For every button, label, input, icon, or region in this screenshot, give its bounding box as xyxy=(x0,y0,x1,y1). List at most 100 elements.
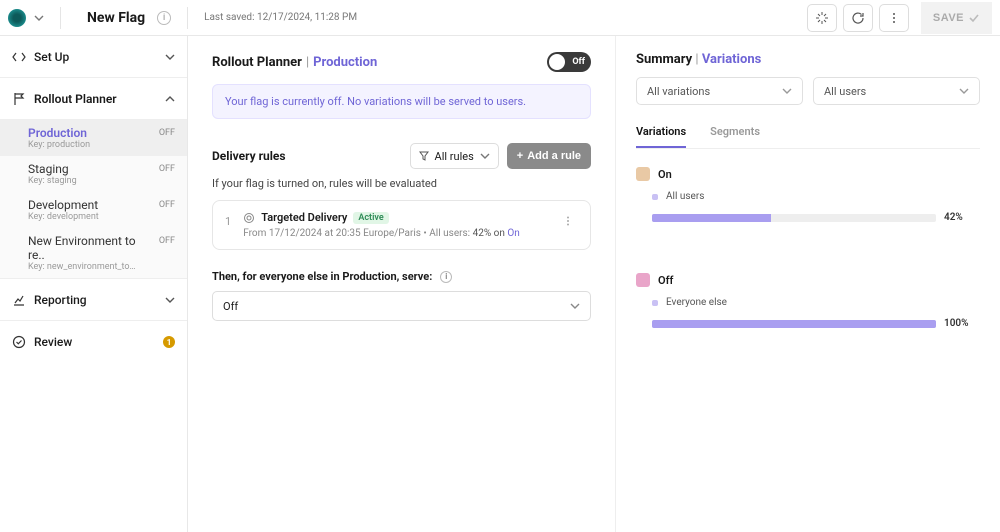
nav-reporting-label: Reporting xyxy=(34,293,87,307)
plus-icon: + xyxy=(517,150,523,162)
app-logo xyxy=(8,9,26,27)
check-circle-icon xyxy=(12,335,26,349)
refresh-button[interactable] xyxy=(843,4,873,32)
summary-title-prefix: Summary xyxy=(636,52,692,67)
env-badge: OFF xyxy=(159,128,175,138)
default-variation-value: Off xyxy=(223,300,238,313)
add-rule-label: Add a rule xyxy=(527,150,581,162)
rule-card[interactable]: 1 Targeted Delivery Active From 17/12/20… xyxy=(212,200,591,250)
env-label: New Environment to re.. xyxy=(28,234,138,262)
filter-users-select[interactable]: All users xyxy=(813,77,980,105)
page-title: New Flag xyxy=(87,10,145,26)
env-key: Key: staging xyxy=(28,176,77,186)
env-badge: OFF xyxy=(159,236,175,246)
rule-more-button[interactable] xyxy=(558,211,578,231)
breadcrumb-env: Production xyxy=(313,55,377,70)
variation-on: On All users 42% xyxy=(636,167,980,223)
legend-dot xyxy=(652,300,658,306)
chevron-down-icon xyxy=(782,86,792,96)
variation-off: Off Everyone else 100% xyxy=(636,273,980,329)
rule-desc-on: On xyxy=(507,228,519,239)
nav-rollout-label: Rollout Planner xyxy=(34,92,117,106)
save-button-label: SAVE xyxy=(933,12,964,24)
toggle-label: Off xyxy=(572,57,585,67)
variation-off-meter xyxy=(652,320,936,328)
info-icon[interactable]: i xyxy=(440,271,452,283)
variation-on-label: On xyxy=(658,168,672,181)
nav-reporting[interactable]: Reporting xyxy=(0,279,187,321)
summary-title: Summary | Variations xyxy=(636,52,980,67)
tab-segments[interactable]: Segments xyxy=(710,119,760,148)
env-key: Key: production xyxy=(28,140,90,150)
bullet: • xyxy=(423,228,426,239)
env-development[interactable]: Development Key: development OFF xyxy=(0,192,187,228)
rule-desc-pct: 42% on xyxy=(473,228,505,239)
flag-icon xyxy=(12,92,26,106)
magic-button[interactable] xyxy=(807,4,837,32)
chevron-down-icon[interactable] xyxy=(34,13,44,23)
default-variation-select[interactable]: Off xyxy=(212,291,591,321)
rule-name: Targeted Delivery xyxy=(261,211,347,224)
summary-tabs: Variations Segments xyxy=(636,119,980,149)
chevron-up-icon xyxy=(165,94,175,104)
flag-toggle[interactable]: Off xyxy=(547,52,591,72)
env-new[interactable]: New Environment to re.. Key: new_environ… xyxy=(0,228,187,278)
env-production[interactable]: Production Key: production OFF xyxy=(0,120,187,156)
chevron-down-icon xyxy=(480,151,490,161)
filter-users-value: All users xyxy=(824,85,866,98)
nav-review[interactable]: Review 1 xyxy=(0,321,187,363)
add-rule-button[interactable]: + Add a rule xyxy=(507,143,591,169)
variation-on-meter xyxy=(652,214,936,222)
then-label-text: Then, for everyone else in Production, s… xyxy=(212,270,432,283)
chart-icon xyxy=(12,293,26,307)
toggle-knob xyxy=(549,54,565,70)
variation-on-segment: All users xyxy=(666,191,704,202)
then-label: Then, for everyone else in Production, s… xyxy=(212,270,591,283)
legend-dot xyxy=(652,194,658,200)
breadcrumb-root: Rollout Planner xyxy=(212,55,302,70)
rule-desc-time: From 17/12/2024 at 20:35 Europe/Paris xyxy=(243,228,421,239)
env-staging[interactable]: Staging Key: staging OFF xyxy=(0,156,187,192)
variation-off-fill xyxy=(652,320,936,328)
filter-icon xyxy=(419,151,429,161)
chevron-down-icon xyxy=(165,295,175,305)
env-key: Key: new_environment_to_re.. xyxy=(28,262,138,272)
app-header: New Flag i Last saved: 12/17/2024, 11:28… xyxy=(0,0,1000,36)
variation-on-fill xyxy=(652,214,771,222)
summary-title-hi: Variations xyxy=(702,52,761,67)
rule-number: 1 xyxy=(225,211,231,228)
divider xyxy=(187,7,188,29)
nav-rollout[interactable]: Rollout Planner xyxy=(0,78,187,120)
environment-list: Production Key: production OFF Staging K… xyxy=(0,120,187,279)
info-icon[interactable]: i xyxy=(157,11,171,25)
filter-rules-button[interactable]: All rules xyxy=(410,143,499,169)
chevron-down-icon xyxy=(570,301,580,311)
env-label: Staging xyxy=(28,162,77,176)
last-saved-label: Last saved: 12/17/2024, 11:28 PM xyxy=(204,12,357,23)
variation-off-segment: Everyone else xyxy=(666,297,727,308)
nav-setup[interactable]: Set Up xyxy=(0,36,187,78)
swatch-on xyxy=(636,167,650,181)
code-icon xyxy=(12,50,26,64)
more-button[interactable] xyxy=(879,4,909,32)
review-count-badge: 1 xyxy=(163,336,175,348)
summary-title-sep: | xyxy=(695,52,698,67)
rules-hint: If your flag is turned on, rules will be… xyxy=(212,177,591,190)
env-key: Key: development xyxy=(28,212,99,222)
variation-on-pct: 42% xyxy=(944,212,980,223)
chevron-down-icon xyxy=(959,86,969,96)
target-icon xyxy=(243,212,255,224)
filter-rules-label: All rules xyxy=(435,150,474,163)
sidebar: Set Up Rollout Planner Production Key: p… xyxy=(0,36,188,532)
tab-variations[interactable]: Variations xyxy=(636,119,686,148)
swatch-off xyxy=(636,273,650,287)
filter-variations-select[interactable]: All variations xyxy=(636,77,803,105)
breadcrumb-sep: | xyxy=(306,55,309,70)
breadcrumb: Rollout Planner | Production xyxy=(212,55,377,70)
filter-variations-value: All variations xyxy=(647,85,710,98)
nav-setup-label: Set Up xyxy=(34,50,69,64)
rule-description: From 17/12/2024 at 20:35 Europe/Paris • … xyxy=(243,228,546,239)
env-badge: OFF xyxy=(159,164,175,174)
save-button[interactable]: SAVE xyxy=(921,2,992,34)
rule-status-badge: Active xyxy=(353,212,388,224)
